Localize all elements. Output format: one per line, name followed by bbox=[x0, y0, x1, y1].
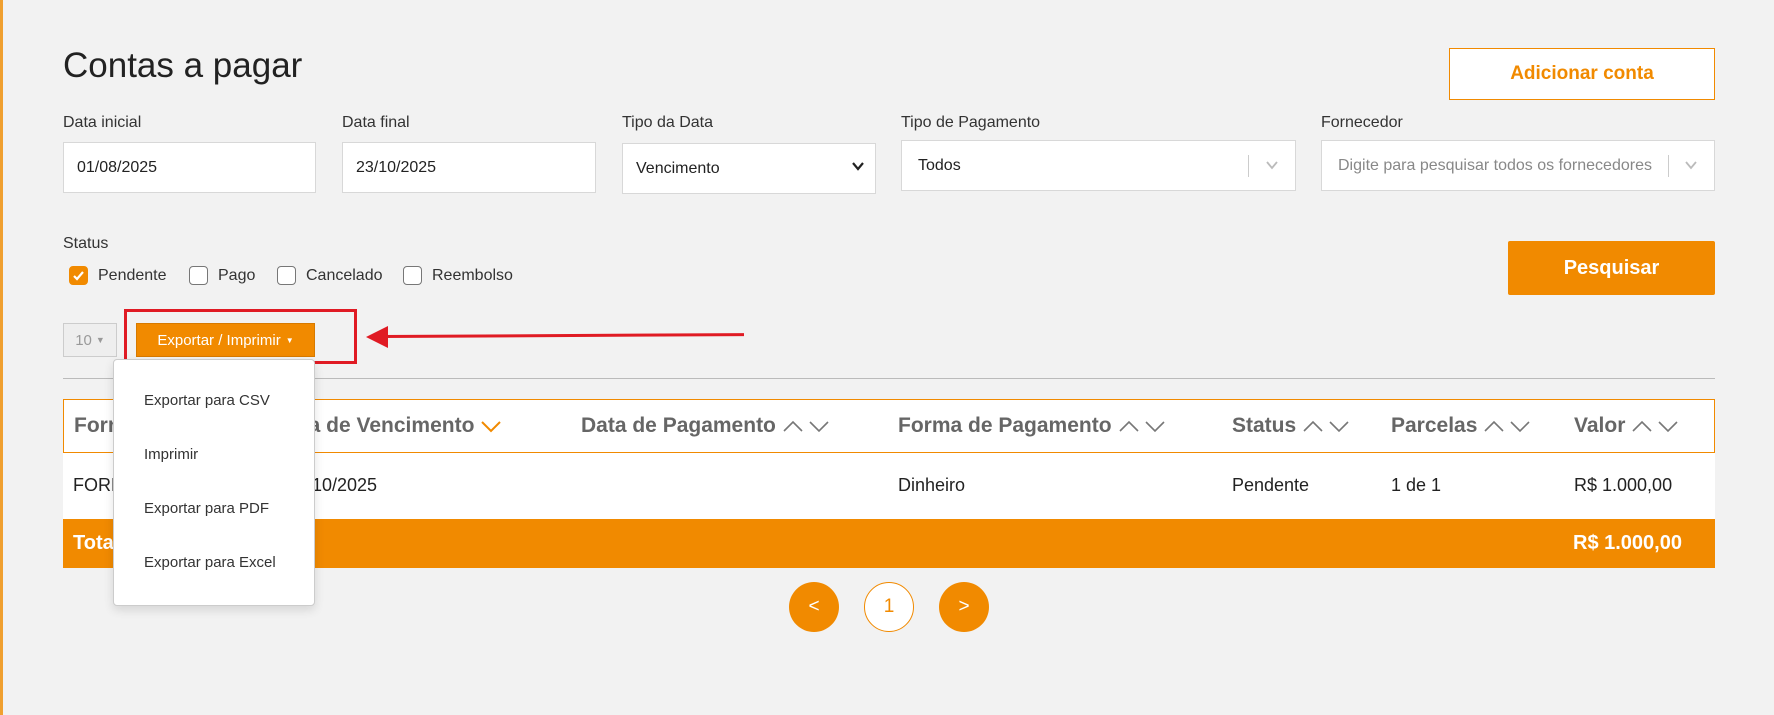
menu-item-export-csv[interactable]: Exportar para CSV bbox=[144, 392, 270, 409]
left-edge-bar bbox=[0, 0, 3, 715]
date-type-label: Tipo da Data bbox=[622, 114, 714, 131]
annotation-highlight-box bbox=[124, 309, 357, 364]
payment-type-value: Todos bbox=[918, 156, 961, 174]
caret-down-icon: ▼ bbox=[95, 335, 105, 345]
column-header-label: Forma de Pagamento bbox=[898, 414, 1112, 437]
menu-item-export-pdf[interactable]: Exportar para PDF bbox=[144, 500, 269, 517]
menu-item-print[interactable]: Imprimir bbox=[144, 446, 198, 463]
checkbox-unchecked[interactable] bbox=[403, 266, 422, 285]
page-title: Contas a pagar bbox=[63, 46, 303, 85]
total-value: R$ 1.000,00 bbox=[1573, 532, 1682, 554]
chevron-down-icon bbox=[1685, 161, 1697, 170]
export-dropdown-menu: Exportar para CSV Imprimir Exportar para… bbox=[113, 359, 315, 606]
cell-status: Pendente bbox=[1232, 475, 1310, 495]
checkbox-unchecked[interactable] bbox=[189, 266, 208, 285]
sort-desc-icon[interactable] bbox=[1144, 419, 1166, 433]
payment-type-select[interactable]: Todos bbox=[901, 140, 1296, 191]
checkbox-checked[interactable] bbox=[69, 266, 88, 285]
supplier-search-input[interactable]: Digite para pesquisar todos os fornecedo… bbox=[1321, 140, 1715, 191]
column-header-label: Data de Pagamento bbox=[581, 414, 776, 437]
cell-parcelas: 1 de 1 bbox=[1391, 475, 1442, 495]
column-header-label: Parcelas bbox=[1391, 414, 1478, 437]
column-header-label: ata de Vencimento bbox=[290, 414, 475, 437]
sort-desc-icon[interactable] bbox=[808, 419, 830, 433]
pagination-next-button[interactable]: > bbox=[939, 582, 989, 632]
cell-valor: R$ 1.000,00 bbox=[1574, 475, 1673, 495]
column-header-forma[interactable]: Forma de Pagamento bbox=[898, 414, 1166, 438]
supplier-placeholder: Digite para pesquisar todos os fornecedo… bbox=[1338, 156, 1652, 174]
cell-forma: Dinheiro bbox=[898, 475, 966, 495]
checkbox-unchecked[interactable] bbox=[277, 266, 296, 285]
page-size-select[interactable]: 10 ▼ bbox=[63, 323, 117, 357]
sort-desc-icon[interactable] bbox=[1657, 419, 1679, 433]
sort-desc-icon[interactable] bbox=[480, 419, 502, 433]
chevron-down-icon bbox=[852, 162, 864, 171]
sort-asc-icon[interactable] bbox=[1118, 419, 1140, 433]
pagination-page-1[interactable]: 1 bbox=[864, 582, 914, 632]
chevron-down-icon bbox=[1266, 161, 1278, 170]
date-type-value: Vencimento bbox=[636, 159, 720, 177]
cell-vencimento: /10/2025 bbox=[307, 475, 378, 495]
status-checkbox-pendente[interactable]: Pendente bbox=[69, 266, 167, 285]
column-header-parcelas[interactable]: Parcelas bbox=[1391, 414, 1531, 438]
sort-desc-icon[interactable] bbox=[1328, 419, 1350, 433]
payment-type-label: Tipo de Pagamento bbox=[901, 114, 1041, 131]
date-type-select[interactable]: Vencimento bbox=[622, 143, 876, 194]
pagination-prev-button[interactable]: < bbox=[789, 582, 839, 632]
annotation-arrow-icon bbox=[366, 326, 388, 348]
start-date-value: 01/08/2025 bbox=[77, 158, 158, 176]
column-header-label: Valor bbox=[1574, 414, 1626, 437]
status-checkbox-cancelado[interactable]: Cancelado bbox=[277, 266, 383, 285]
status-checkbox-pago[interactable]: Pago bbox=[189, 266, 255, 285]
add-account-button[interactable]: Adicionar conta bbox=[1449, 48, 1715, 100]
column-header-pagamento[interactable]: Data de Pagamento bbox=[581, 414, 830, 438]
status-option-label: Pago bbox=[218, 266, 256, 284]
end-date-value: 23/10/2025 bbox=[356, 158, 437, 176]
column-header-valor[interactable]: Valor bbox=[1574, 414, 1679, 438]
status-label: Status bbox=[63, 235, 109, 252]
supplier-label: Fornecedor bbox=[1321, 114, 1403, 131]
status-checkbox-reembolso[interactable]: Reembolso bbox=[403, 266, 513, 285]
total-label: Tota bbox=[73, 532, 114, 554]
column-header-status[interactable]: Status bbox=[1232, 414, 1350, 438]
sort-asc-icon[interactable] bbox=[1483, 419, 1505, 433]
start-date-label: Data inicial bbox=[63, 114, 142, 131]
select-separator bbox=[1248, 155, 1249, 177]
sort-desc-icon[interactable] bbox=[1509, 419, 1531, 433]
column-header-label: Status bbox=[1232, 414, 1297, 437]
menu-item-export-excel[interactable]: Exportar para Excel bbox=[144, 554, 276, 571]
sort-asc-icon[interactable] bbox=[782, 419, 804, 433]
status-option-label: Reembolso bbox=[432, 266, 513, 284]
annotation-arrow-line bbox=[379, 333, 745, 338]
sort-asc-icon[interactable] bbox=[1631, 419, 1653, 433]
sort-asc-icon[interactable] bbox=[1302, 419, 1324, 433]
column-header-vencimento[interactable]: ata de Vencimento bbox=[290, 414, 502, 438]
start-date-input[interactable]: 01/08/2025 bbox=[63, 142, 316, 193]
status-option-label: Pendente bbox=[98, 266, 167, 284]
search-button[interactable]: Pesquisar bbox=[1508, 241, 1715, 295]
end-date-label: Data final bbox=[342, 114, 410, 131]
select-separator bbox=[1668, 155, 1669, 177]
status-option-label: Cancelado bbox=[306, 266, 383, 284]
checkmark-icon bbox=[73, 271, 84, 281]
page-size-value: 10 bbox=[75, 331, 92, 349]
end-date-input[interactable]: 23/10/2025 bbox=[342, 142, 596, 193]
